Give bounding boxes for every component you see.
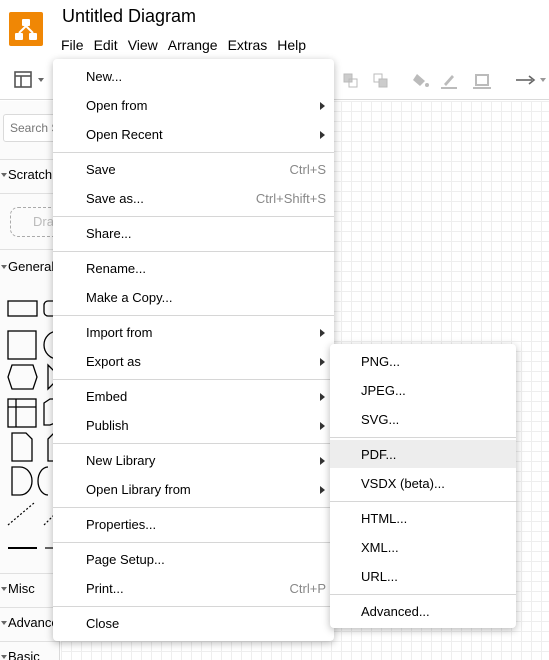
- submenu-arrow-icon: [320, 358, 325, 366]
- menu-extras[interactable]: Extras: [223, 36, 273, 56]
- section-advanced[interactable]: Advanced: [0, 615, 59, 630]
- divider: [0, 641, 59, 642]
- menu-file[interactable]: File: [56, 36, 89, 56]
- submenu-arrow-icon: [320, 131, 325, 139]
- submenu-arrow-icon: [320, 102, 325, 110]
- menu-item-share[interactable]: Share...: [53, 219, 334, 247]
- export-html[interactable]: HTML...: [330, 504, 516, 532]
- menu-item-open-library-from[interactable]: Open Library from: [53, 475, 334, 503]
- to-front-icon[interactable]: [342, 70, 392, 90]
- menu-item-save-as[interactable]: Save as... Ctrl+Shift+S: [53, 184, 334, 212]
- menu-separator: [53, 507, 334, 508]
- section-misc[interactable]: Misc: [0, 581, 59, 596]
- menu-item-close[interactable]: Close: [53, 609, 334, 637]
- section-general[interactable]: General: [0, 259, 59, 274]
- divider: [0, 607, 59, 608]
- menu-item-open-from[interactable]: Open from: [53, 91, 334, 119]
- general-shapes-palette[interactable]: [0, 291, 60, 561]
- menu-separator: [53, 606, 334, 607]
- submenu-arrow-icon: [320, 393, 325, 401]
- export-jpeg[interactable]: JPEG...: [330, 376, 516, 404]
- drawio-logo-icon[interactable]: [9, 12, 43, 46]
- menu-arrange[interactable]: Arrange: [163, 36, 223, 56]
- menu-separator: [53, 542, 334, 543]
- menu-separator: [53, 251, 334, 252]
- menu-item-make-copy[interactable]: Make a Copy...: [53, 283, 334, 311]
- export-svg[interactable]: SVG...: [330, 405, 516, 433]
- menu-item-rename[interactable]: Rename...: [53, 254, 334, 282]
- menubar: File Edit View Arrange Extras Help: [56, 36, 311, 56]
- menu-separator: [53, 379, 334, 380]
- divider: [0, 193, 59, 194]
- export-url[interactable]: URL...: [330, 562, 516, 590]
- submenu-arrow-icon: [320, 486, 325, 494]
- menu-item-new[interactable]: New...: [53, 62, 334, 90]
- file-menu: New... Open from Open Recent Save Ctrl+S …: [53, 59, 334, 641]
- menu-item-embed[interactable]: Embed: [53, 382, 334, 410]
- export-advanced[interactable]: Advanced...: [330, 597, 516, 625]
- menu-item-new-library[interactable]: New Library: [53, 446, 334, 474]
- export-pdf[interactable]: PDF...: [330, 440, 516, 468]
- document-title[interactable]: Untitled Diagram: [62, 6, 196, 27]
- menu-separator: [330, 594, 516, 595]
- search-input[interactable]: Search Shapes: [3, 114, 59, 142]
- divider: [0, 573, 59, 574]
- style-tools-icons[interactable]: [412, 70, 496, 90]
- submenu-arrow-icon: [320, 329, 325, 337]
- menu-item-print[interactable]: Print... Ctrl+P: [53, 574, 334, 602]
- menu-item-save[interactable]: Save Ctrl+S: [53, 155, 334, 183]
- export-xml[interactable]: XML...: [330, 533, 516, 561]
- menu-item-page-setup[interactable]: Page Setup...: [53, 545, 334, 573]
- format-panel-icon[interactable]: [14, 70, 48, 90]
- menu-separator: [53, 443, 334, 444]
- shapes-sidebar: Search Shapes Scratchpad Drag elements h…: [0, 101, 60, 660]
- menu-edit[interactable]: Edit: [89, 36, 123, 56]
- export-vsdx[interactable]: VSDX (beta)...: [330, 469, 516, 497]
- menu-separator: [330, 501, 516, 502]
- menu-item-export-as[interactable]: Export as: [53, 347, 334, 375]
- menu-separator: [53, 152, 334, 153]
- export-png[interactable]: PNG...: [330, 347, 516, 375]
- menu-separator: [53, 315, 334, 316]
- divider: [0, 159, 59, 160]
- menu-help[interactable]: Help: [272, 36, 311, 56]
- menu-separator: [330, 437, 516, 438]
- menu-item-publish[interactable]: Publish: [53, 411, 334, 439]
- section-scratchpad[interactable]: Scratchpad: [0, 167, 59, 182]
- section-basic[interactable]: Basic: [0, 649, 59, 660]
- submenu-arrow-icon: [320, 422, 325, 430]
- connection-arrow-icon[interactable]: [514, 70, 548, 90]
- menu-item-properties[interactable]: Properties...: [53, 510, 334, 538]
- menu-view[interactable]: View: [123, 36, 163, 56]
- menu-separator: [53, 216, 334, 217]
- submenu-arrow-icon: [320, 457, 325, 465]
- app-header: Untitled Diagram File Edit View Arrange …: [0, 0, 549, 60]
- menu-item-open-recent[interactable]: Open Recent: [53, 120, 334, 148]
- divider: [0, 249, 59, 250]
- export-as-submenu: PNG... JPEG... SVG... PDF... VSDX (beta)…: [330, 344, 516, 628]
- menu-item-import-from[interactable]: Import from: [53, 318, 334, 346]
